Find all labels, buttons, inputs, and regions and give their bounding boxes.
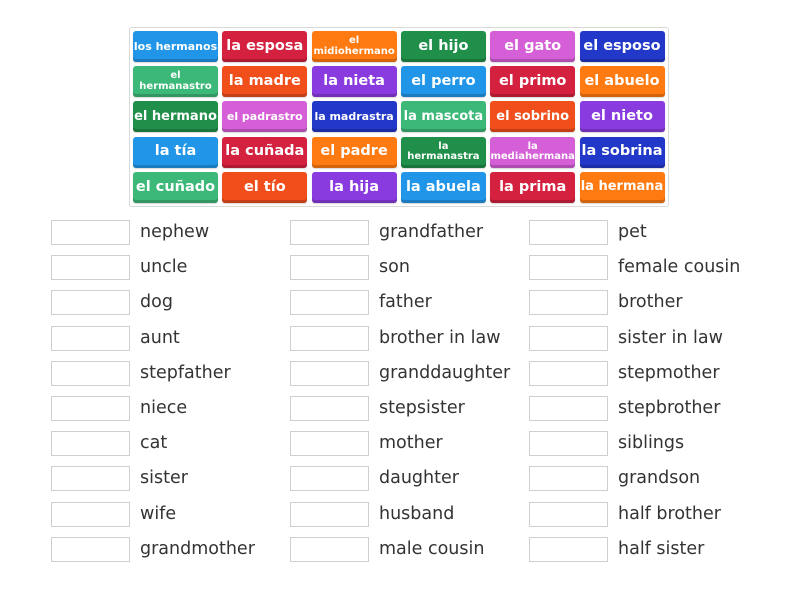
target-label: nephew — [140, 222, 210, 242]
word-tile[interactable]: la prima — [490, 171, 576, 203]
drop-slot[interactable] — [51, 325, 130, 351]
drop-slot[interactable] — [51, 255, 130, 281]
drop-slot[interactable] — [290, 466, 369, 492]
tile-label-line: hermanastra — [407, 151, 480, 163]
target-label: dog — [140, 292, 173, 313]
word-tile[interactable]: la esposa — [222, 31, 308, 62]
word-tile[interactable]: el midiohermano — [311, 31, 397, 62]
word-tile[interactable]: la hermanastra — [400, 136, 486, 168]
target-label: granddaughter — [379, 362, 511, 383]
word-tile[interactable]: el sobrino — [490, 101, 576, 133]
target-label: sister — [140, 468, 188, 489]
target-label: half brother — [618, 503, 721, 524]
target-label: stepfather — [140, 362, 231, 383]
target-label: husband — [379, 503, 455, 524]
drop-slot[interactable] — [529, 360, 608, 386]
word-tile[interactable]: la hija — [311, 171, 397, 203]
word-tile[interactable]: la hermana — [579, 171, 665, 203]
drop-slot[interactable] — [290, 360, 369, 386]
drop-slot[interactable] — [529, 255, 608, 281]
target-label: siblings — [618, 433, 685, 454]
target-label: niece — [140, 398, 188, 418]
target-label: brother — [618, 292, 683, 313]
drop-slot[interactable] — [529, 431, 608, 457]
word-tile[interactable]: el padrastro — [222, 101, 308, 133]
word-tile[interactable]: la mascota — [400, 101, 486, 133]
target-label: grandson — [618, 468, 701, 489]
word-tile[interactable]: la madrastra — [311, 101, 397, 133]
tile-label-line: mediahermana — [490, 151, 575, 163]
drop-slot[interactable] — [51, 431, 130, 457]
word-tile[interactable]: la cuñada — [222, 136, 308, 168]
word-tile[interactable]: el padre — [311, 136, 397, 168]
tile-label-line: el — [348, 35, 360, 46]
target-label: pet — [618, 222, 647, 242]
word-tile[interactable]: el perro — [400, 66, 486, 98]
drop-slot[interactable] — [290, 501, 369, 527]
drop-slot[interactable] — [290, 255, 369, 281]
target-label: stepmother — [618, 362, 720, 383]
word-tile[interactable]: la nieta — [311, 66, 397, 98]
drop-slot[interactable] — [529, 501, 608, 527]
word-tile[interactable]: el cuñado — [133, 171, 218, 203]
drop-slot[interactable] — [290, 290, 369, 316]
word-tile[interactable]: el gato — [490, 31, 576, 62]
drop-slot[interactable] — [290, 536, 369, 562]
drop-slot[interactable] — [529, 290, 608, 316]
drop-slot[interactable] — [529, 220, 608, 245]
drop-slot[interactable] — [529, 536, 608, 562]
word-tile[interactable]: el tío — [222, 171, 308, 203]
tile-bank: los hermanos la esposa el midiohermano el hi… — [129, 27, 669, 207]
word-tile[interactable]: el esposo — [579, 31, 665, 62]
word-tile[interactable]: los hermanos — [133, 31, 218, 62]
drop-slot[interactable] — [290, 396, 369, 421]
drop-slot[interactable] — [51, 396, 130, 421]
drop-slot[interactable] — [51, 466, 130, 492]
drop-slot[interactable] — [529, 325, 608, 351]
target-label: sister in law — [618, 327, 723, 348]
word-tile[interactable]: el nieto — [579, 101, 665, 133]
drop-slot[interactable] — [290, 325, 369, 351]
word-tile[interactable]: la tía — [133, 136, 218, 168]
target-label: cat — [140, 433, 168, 454]
target-label: grandmother — [140, 538, 255, 559]
target-label: wife — [140, 503, 177, 524]
target-label: brother in law — [379, 327, 501, 348]
target-label: father — [379, 292, 432, 313]
word-tile[interactable]: la madre — [222, 66, 308, 98]
tile-label-line: midiohermano — [313, 45, 395, 57]
word-tile[interactable]: el abuelo — [579, 66, 665, 98]
word-tile[interactable]: el hijo — [400, 31, 486, 62]
target-label: stepsister — [379, 398, 465, 418]
word-tile[interactable]: la mediahermana — [490, 136, 576, 168]
drop-slot[interactable] — [529, 396, 608, 421]
target-label: daughter — [379, 468, 459, 489]
target-label: mother — [379, 433, 443, 454]
drop-slot[interactable] — [529, 466, 608, 492]
drop-slot[interactable] — [51, 501, 130, 527]
target-label: female cousin — [618, 257, 741, 278]
word-tile[interactable]: la sobrina — [579, 136, 665, 168]
target-label: uncle — [140, 257, 188, 278]
target-label: son — [379, 257, 410, 278]
word-tile[interactable]: el primo — [490, 66, 576, 98]
target-label: half sister — [618, 538, 705, 559]
word-tile[interactable]: el hermano — [133, 101, 218, 133]
drop-slot[interactable] — [51, 290, 130, 316]
target-label: aunt — [140, 327, 180, 348]
drop-slot[interactable] — [51, 220, 130, 245]
tile-label-line: hermanastro — [139, 80, 212, 92]
drop-slot[interactable] — [290, 220, 369, 245]
drop-slot[interactable] — [51, 360, 130, 386]
drop-slot[interactable] — [51, 536, 130, 562]
target-label: stepbrother — [618, 398, 721, 418]
word-tile[interactable]: la abuela — [400, 171, 486, 203]
target-label: male cousin — [379, 538, 485, 559]
drop-slot[interactable] — [290, 431, 369, 457]
target-label: grandfather — [379, 222, 484, 242]
word-tile[interactable]: el hermanastro — [133, 66, 218, 98]
